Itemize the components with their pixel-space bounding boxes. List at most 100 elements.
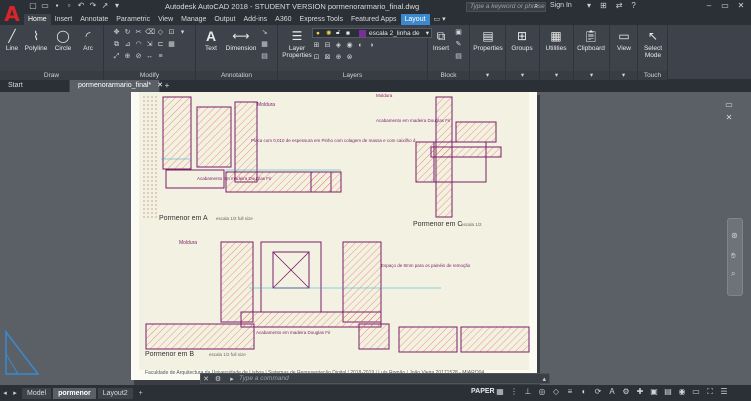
move-icon[interactable]: ✥ <box>112 28 121 37</box>
new-file-icon[interactable]: ▢ <box>28 1 38 11</box>
layer-tool-3-icon[interactable]: ◈ <box>334 41 343 50</box>
tab-a360[interactable]: A360 <box>271 14 295 25</box>
layer-tool-6-icon[interactable]: ◑ <box>367 41 376 50</box>
block-attr-icon[interactable]: ▤ <box>454 52 463 61</box>
annotation-more-icon[interactable]: ▤ <box>260 52 269 61</box>
lineweight-icon[interactable]: ≡ <box>565 387 575 397</box>
annotation-scale-icon[interactable]: A <box>607 387 617 397</box>
polyline-tool[interactable]: ⌇ Polyline <box>25 28 48 52</box>
qat-dropdown-icon[interactable]: ▾ <box>112 1 122 11</box>
tab-output[interactable]: Output <box>210 14 239 25</box>
ribbon-options-icon[interactable]: ▭ ▾ <box>430 14 450 25</box>
close-viewport-icon[interactable]: ✕ <box>726 113 733 122</box>
layout-prev-icon[interactable]: ◂ <box>0 389 10 397</box>
layout-tab-model[interactable]: Model <box>22 387 52 399</box>
layout-next-icon[interactable]: ▸ <box>10 389 20 397</box>
command-expand-icon[interactable]: ▴ <box>542 375 546 383</box>
minimize-icon[interactable]: – <box>701 0 717 12</box>
isolate-icon[interactable]: ◉ <box>677 387 687 397</box>
break-icon[interactable]: ⊘ <box>134 52 143 61</box>
select-mode-tool[interactable]: ↖ Select Mode <box>642 28 664 59</box>
command-line[interactable]: ✕ ⚙ ▸ Type a command ▴ <box>200 373 550 384</box>
selection-cycling-icon[interactable]: ⟳ <box>593 387 603 397</box>
layer-dropdown[interactable]: ● ✺ 🔓︎ ■ escala 2_linha de ▾ <box>312 28 432 38</box>
properties-tool[interactable]: ▤ Properties <box>473 28 503 52</box>
layer-tool-2-icon[interactable]: ⊟ <box>323 41 332 50</box>
osnap-icon[interactable]: ◇ <box>551 387 561 397</box>
open-folder-icon[interactable]: ▭ <box>40 1 50 11</box>
tab-add-ins[interactable]: Add-ins <box>239 14 271 25</box>
layer-tool-8-icon[interactable]: ⊠ <box>323 53 332 62</box>
groups-panel-dropdown[interactable]: ▾ <box>506 71 539 80</box>
scale-icon[interactable]: ⤢ <box>112 52 121 61</box>
layer-tool-4-icon[interactable]: ◉ <box>345 41 354 50</box>
workspace-icon[interactable]: ⚙ <box>621 387 631 397</box>
tab-annotate[interactable]: Annotate <box>76 14 112 25</box>
tab-manage[interactable]: Manage <box>177 14 210 25</box>
touch-panel-label[interactable]: Touch <box>638 71 667 80</box>
offset-icon[interactable]: ⊏ <box>156 40 165 49</box>
utilities-tool[interactable]: ▦ Utilities <box>545 28 567 52</box>
transparency-icon[interactable]: ◐ <box>579 387 589 397</box>
navigation-wheel[interactable]: ⊛ ✋︎ ⌕ <box>727 218 743 296</box>
join-icon[interactable]: ⊕ <box>123 52 132 61</box>
sign-in-link[interactable]: Sign In <box>550 2 572 9</box>
layer-tool-5-icon[interactable]: ◐ <box>356 41 365 50</box>
close-icon[interactable]: ✕ <box>733 0 749 12</box>
erase-icon[interactable]: ⌫ <box>145 28 155 37</box>
layer-tool-9-icon[interactable]: ⊕ <box>334 53 343 62</box>
array-icon[interactable]: ▦ <box>167 40 176 49</box>
chamfer-icon[interactable]: ◇ <box>156 28 165 37</box>
fillet-icon[interactable]: ◠ <box>134 40 143 49</box>
explode-icon[interactable]: ⊡ <box>167 28 176 37</box>
active-document-tab[interactable]: pormenorarmario_final* ✕ <box>70 80 163 92</box>
groups-tool[interactable]: ⊞ Groups <box>511 28 533 52</box>
quick-properties-icon[interactable]: ▤ <box>663 387 673 397</box>
cart-icon[interactable]: ⊞ <box>600 1 607 10</box>
tab-featured-apps[interactable]: Featured Apps <box>347 14 401 25</box>
edit-block-icon[interactable]: ✎ <box>454 40 463 49</box>
tab-home[interactable]: Home <box>24 14 51 25</box>
layer-tool-7-icon[interactable]: ⊡ <box>312 53 321 62</box>
paper-sheet[interactable]: Moldura Placa com 0,010 de espessura em … <box>131 92 537 380</box>
layer-tool-10-icon[interactable]: ⊗ <box>345 53 354 62</box>
tab-express-tools[interactable]: Express Tools <box>296 14 347 25</box>
start-tab[interactable]: Start <box>0 80 70 92</box>
ortho-icon[interactable]: ⊥ <box>523 387 533 397</box>
mirror-icon[interactable]: ⊿ <box>123 40 132 49</box>
layer-tool-1-icon[interactable]: ⊞ <box>312 41 321 50</box>
help-icon[interactable]: ? <box>631 1 635 10</box>
save-as-icon[interactable]: ▫ <box>64 1 74 11</box>
trim-icon[interactable]: ✂ <box>134 28 143 37</box>
copy-icon[interactable]: ⧉ <box>112 40 121 49</box>
tab-view[interactable]: View <box>154 14 177 25</box>
view-tool[interactable]: ▭ View <box>613 28 635 52</box>
new-tab-icon[interactable]: + <box>160 80 174 92</box>
close-command-icon[interactable]: ✕ <box>201 375 211 383</box>
modify-more-icon[interactable]: ▾ <box>178 28 187 37</box>
tab-parametric[interactable]: Parametric <box>112 14 154 25</box>
exchange-icon[interactable]: ⇄ <box>616 1 623 10</box>
leader-icon[interactable]: ↘ <box>260 28 269 37</box>
insert-tool[interactable]: ⧉ Insert <box>430 28 452 53</box>
text-tool[interactable]: A Text <box>200 28 222 52</box>
dropdown-icon[interactable]: ▾ <box>587 1 591 10</box>
application-menu-button[interactable]: A <box>0 0 24 27</box>
draw-panel-label[interactable]: Draw <box>0 71 103 80</box>
create-block-icon[interactable]: ▣ <box>454 28 463 37</box>
lengthen-icon[interactable]: ↔ <box>145 52 154 61</box>
customization-icon[interactable]: ☰ <box>719 387 729 397</box>
redo-icon[interactable]: ↷ <box>88 1 98 11</box>
layout-tab-layout2[interactable]: Layout2 <box>97 387 133 399</box>
annotation-panel-label[interactable]: Annotation <box>196 71 277 80</box>
layer-properties-tool[interactable]: ☰ Layer Properties <box>282 28 312 59</box>
layers-panel-label[interactable]: Layers <box>278 71 427 80</box>
rotate-icon[interactable]: ↻ <box>123 28 132 37</box>
annotation-monitor-icon[interactable]: ✚ <box>635 387 645 397</box>
modify-panel-label[interactable]: Modify <box>104 71 195 80</box>
search-icon[interactable]: ⌕ <box>534 1 538 11</box>
tab-insert[interactable]: Insert <box>51 14 77 25</box>
line-tool[interactable]: ╱ Line <box>1 28 23 52</box>
block-panel-label[interactable]: Block <box>428 71 469 80</box>
dimension-tool[interactable]: ⟷ Dimension <box>226 28 257 52</box>
